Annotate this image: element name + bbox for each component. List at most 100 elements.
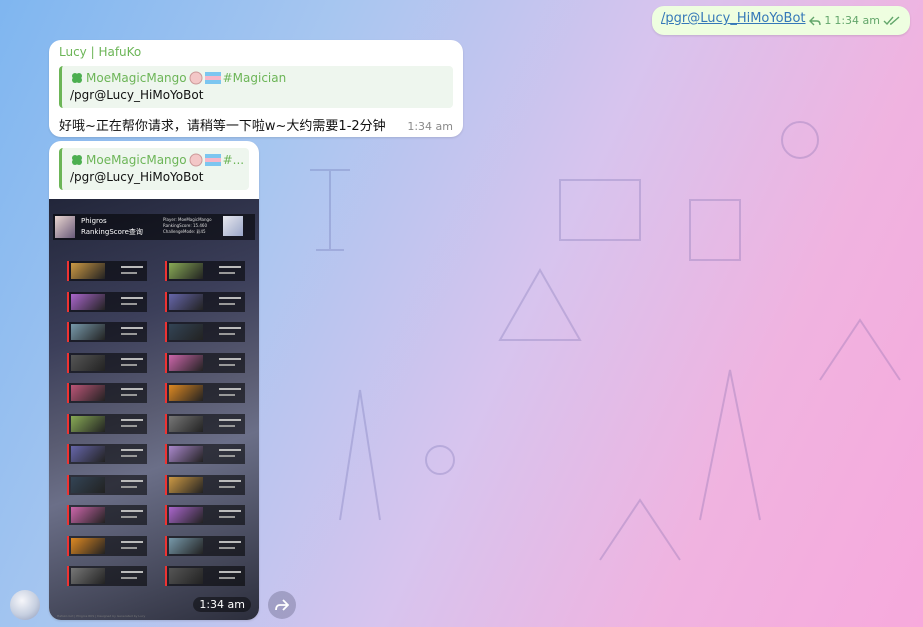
forward-button[interactable]: [268, 591, 296, 619]
score-line: [121, 510, 143, 512]
score-line: [219, 510, 241, 512]
song-thumbnail: [71, 324, 105, 340]
score-card: [67, 322, 147, 342]
score-card: [67, 444, 147, 464]
accuracy-line: [219, 577, 235, 579]
accuracy-line: [121, 546, 137, 549]
score-line: [121, 479, 143, 482]
score-line: [219, 296, 241, 299]
quote-tag[interactable]: #...: [223, 153, 245, 167]
score-card: [165, 322, 245, 342]
message-time: 1:34 am: [834, 14, 880, 27]
accuracy-line: [121, 272, 137, 274]
song-thumbnail: [169, 568, 203, 584]
rks-line: RankingScore: 15.460: [163, 223, 207, 228]
command-link[interactable]: /pgr@Lucy_HiMoYoBot: [661, 11, 806, 26]
sender-avatar[interactable]: [10, 590, 40, 620]
score-card: [67, 261, 147, 281]
accuracy-line: [219, 424, 235, 427]
song-thumbnail: [169, 263, 203, 279]
song-thumbnail: [169, 476, 203, 493]
score-card: [67, 413, 147, 434]
score-line: [219, 327, 241, 329]
score-card: [165, 352, 245, 373]
score-line: [219, 357, 241, 360]
score-line: [121, 296, 143, 299]
accuracy-line: [121, 333, 137, 335]
score-card: [67, 383, 147, 403]
ranking-score-image[interactable]: Phigros RankingScore查询 Player: MoeMagicM…: [49, 199, 259, 620]
accuracy-line: [121, 577, 137, 579]
reply-quote[interactable]: MoeMagicMango #Magician /pgr@Lucy_HiMoYo…: [59, 66, 453, 108]
quote-author: MoeMagicMango: [86, 153, 187, 167]
accuracy-line: [219, 546, 235, 549]
accuracy-line: [121, 302, 137, 305]
song-thumbnail: [169, 446, 203, 462]
quote-tag[interactable]: #Magician: [223, 71, 287, 85]
score-line: [219, 418, 241, 421]
song-thumbnail: [71, 354, 105, 371]
flag-icon: [204, 154, 221, 166]
accuracy-line: [121, 516, 137, 518]
song-thumbnail: [71, 293, 105, 310]
song-thumbnail: [71, 263, 105, 279]
accuracy-line: [121, 485, 137, 488]
score-line: [121, 449, 143, 451]
song-thumbnail: [71, 568, 105, 584]
score-card: [165, 413, 245, 434]
accuracy-line: [121, 455, 137, 457]
forward-icon: [275, 599, 289, 611]
challenge-line: ChallengeMode: 彩45: [163, 229, 206, 234]
message-time: 1:34 am: [407, 120, 453, 133]
message-meta: 1 1:34 am: [809, 14, 901, 27]
score-card: [165, 566, 245, 586]
quote-text: /pgr@Lucy_HiMoYoBot: [70, 88, 204, 102]
outgoing-message[interactable]: /pgr@Lucy_HiMoYoBot 1 1:34 am: [652, 6, 910, 35]
incoming-image-message[interactable]: MoeMagicMango #... /pgr@Lucy_HiMoYoBot P…: [49, 141, 259, 620]
quote-author: MoeMagicMango: [86, 71, 187, 85]
player-avatar: [55, 216, 75, 238]
song-thumbnail: [169, 537, 203, 554]
score-card: [67, 291, 147, 312]
character-avatar: [223, 216, 243, 236]
quote-header: MoeMagicMango #...: [70, 153, 244, 167]
accuracy-line: [219, 516, 235, 518]
score-line: [121, 418, 143, 421]
sender-name[interactable]: Lucy | HafuKo: [59, 45, 141, 59]
quote-text: /pgr@Lucy_HiMoYoBot: [70, 170, 204, 184]
score-line: [121, 327, 143, 329]
accuracy-line: [219, 302, 235, 305]
reply-quote[interactable]: MoeMagicMango #... /pgr@Lucy_HiMoYoBot: [59, 148, 249, 190]
score-card: [67, 352, 147, 373]
song-thumbnail: [71, 507, 105, 523]
song-thumbnail: [169, 507, 203, 523]
song-thumbnail: [169, 354, 203, 371]
song-thumbnail: [71, 446, 105, 462]
score-card: [67, 535, 147, 556]
score-line: [121, 266, 143, 268]
image-subtitle: RankingScore查询: [81, 228, 143, 236]
four-leaf-clover-icon: [72, 155, 82, 165]
message-time: 1:34 am: [193, 597, 251, 612]
score-line: [219, 449, 241, 451]
score-card: [165, 383, 245, 403]
score-card: [67, 505, 147, 525]
song-thumbnail: [169, 385, 203, 401]
score-line: [121, 540, 143, 543]
reply-arrow-icon: [809, 16, 822, 25]
score-line: [121, 357, 143, 360]
message-text: 好哦~正在帮你请求，请稍等一下啦w~大约需要1-2分钟: [59, 119, 386, 134]
four-leaf-clover-icon: [72, 73, 82, 83]
score-line: [121, 571, 143, 573]
image-footer: Hafuko bot | Phigros RKS | Designed by G…: [57, 614, 146, 618]
score-card: [165, 505, 245, 525]
song-thumbnail: [71, 415, 105, 432]
double-check-icon: [883, 15, 900, 25]
score-line: [219, 388, 241, 390]
accuracy-line: [121, 363, 137, 366]
flag-icon: [204, 72, 221, 84]
incoming-message[interactable]: Lucy | HafuKo MoeMagicMango #Magician /p…: [49, 40, 463, 137]
score-card: [67, 474, 147, 495]
score-line: [121, 388, 143, 390]
image-title: Phigros: [81, 217, 107, 225]
